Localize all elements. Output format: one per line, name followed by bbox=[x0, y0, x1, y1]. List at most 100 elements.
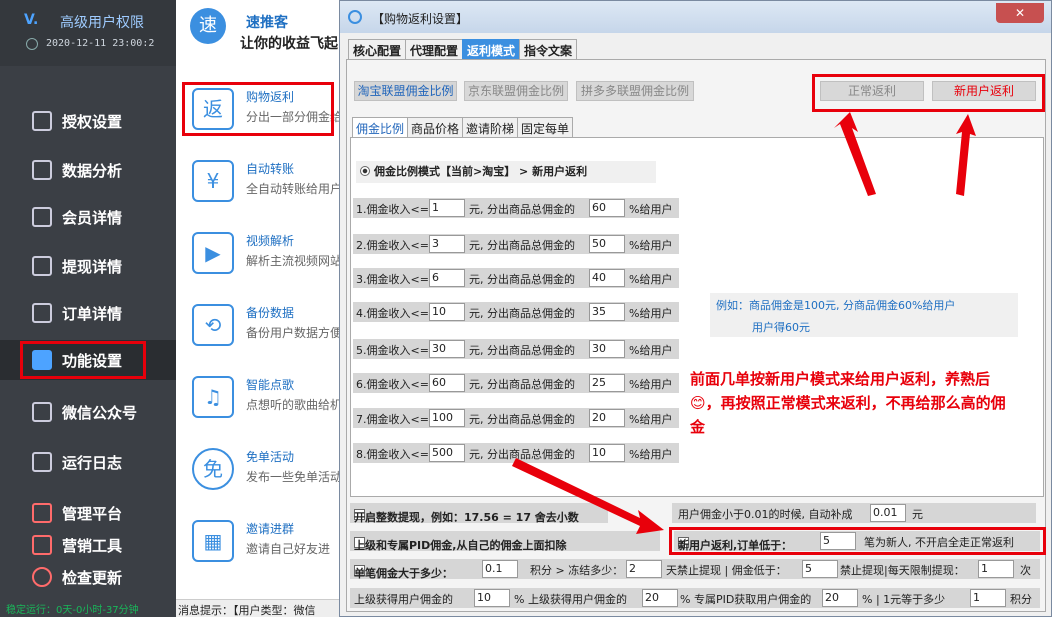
subtab-product-price[interactable]: 商品价格 bbox=[407, 117, 464, 137]
percent-input[interactable]: 40 bbox=[589, 269, 625, 287]
nav-item-admin[interactable]: 管理平台 bbox=[0, 499, 176, 527]
pid-deduct-option[interactable]: 上级和专属PID佣金,从自己的佣金上面扣除 bbox=[350, 531, 660, 552]
highlight-box-shopping-rebate bbox=[182, 82, 334, 136]
tab-rebate-mode[interactable]: 返利模式 bbox=[462, 39, 521, 59]
row-end-text: %给用户 bbox=[629, 307, 673, 320]
feature-song[interactable]: ♫ 智能点歌 点想听的歌曲给机 bbox=[176, 368, 340, 438]
nav-item-update[interactable]: 检查更新 bbox=[0, 563, 176, 591]
taobao-ratio-button[interactable]: 淘宝联盟佣金比例 bbox=[354, 81, 457, 101]
mode-indicator: 佣金比例模式【当前>淘宝】 > 新用户返利 bbox=[356, 161, 656, 183]
subtab-commission-ratio[interactable]: 佣金比例 bbox=[352, 117, 409, 137]
search-doc-icon bbox=[32, 256, 52, 276]
nav-item-analytics[interactable]: 数据分析 bbox=[0, 150, 176, 190]
yuan-icon: ¥ bbox=[192, 160, 234, 202]
feature-backup[interactable]: ⟲ 备份数据 备份用户数据方便 bbox=[176, 296, 340, 366]
percent-input[interactable]: 50 bbox=[589, 235, 625, 253]
row-end-text: %给用户 bbox=[629, 203, 673, 216]
amount-input[interactable]: 100 bbox=[429, 409, 465, 427]
row-prefix: 6.佣金收入<= bbox=[356, 378, 429, 391]
percent-input[interactable]: 10 bbox=[589, 444, 625, 462]
mode-radio[interactable] bbox=[360, 166, 370, 176]
feature-video-parse[interactable]: ▶ 视频解析 解析主流视频网站 bbox=[176, 224, 340, 294]
gongzhonghao-icon bbox=[32, 402, 52, 422]
app-logo: V. bbox=[24, 12, 39, 28]
nav-label: 会员详情 bbox=[62, 209, 123, 227]
integer-withdraw-option[interactable]: 开启整数提现，例如：17.56 = 17 舍去小数 bbox=[350, 503, 608, 524]
nav-item-wechat-official[interactable]: 微信公众号 bbox=[0, 392, 176, 432]
nav-item-marketing[interactable]: 营销工具 bbox=[0, 531, 176, 559]
amount-input[interactable]: 500 bbox=[429, 444, 465, 462]
commission-row: 1.佣金收入<= 1 元, 分出商品总佣金的 60 %给用户 bbox=[353, 198, 679, 218]
amount-input[interactable]: 6 bbox=[429, 269, 465, 287]
commission-row: 8.佣金收入<= 500 元, 分出商品总佣金的 10 %给用户 bbox=[353, 443, 679, 463]
tab-core-config[interactable]: 核心配置 bbox=[348, 39, 407, 59]
annotation-text: 前面几单按新用户模式来给用户返利，养熟后😊，再按照正常模式来返利，不再给那么高的… bbox=[690, 370, 1006, 436]
nav-label: 管理平台 bbox=[62, 505, 123, 523]
amount-input[interactable]: 30 bbox=[429, 340, 465, 358]
app-title: 高级用户权限 bbox=[60, 15, 144, 31]
video-icon: ▶ bbox=[192, 232, 234, 274]
amount-input[interactable]: 60 bbox=[429, 374, 465, 392]
row-prefix: 8.佣金收入<= bbox=[356, 448, 429, 461]
min-commission-input[interactable]: 5 bbox=[802, 560, 838, 578]
music-icon: ♫ bbox=[192, 376, 234, 418]
percent-input[interactable]: 20 bbox=[589, 409, 625, 427]
close-button[interactable]: ✕ bbox=[996, 3, 1044, 23]
nav-item-withdraw[interactable]: 提现详情 bbox=[0, 246, 176, 286]
upper-percent-input[interactable]: 10 bbox=[474, 589, 510, 607]
row-mid-text: 元, 分出商品总佣金的 bbox=[469, 344, 575, 357]
nav-item-orders[interactable]: 订单详情 bbox=[0, 293, 176, 333]
feature-free-order[interactable]: 免免单活动 发布一些免单活动 bbox=[176, 440, 340, 510]
highlight-box-mode-buttons bbox=[812, 74, 1045, 112]
nav-item-auth[interactable]: 授权设置 bbox=[0, 101, 176, 141]
percent-input[interactable]: 35 bbox=[589, 303, 625, 321]
ban-label: 天禁止提现 | 佣金低于： bbox=[666, 564, 787, 577]
percent-input[interactable]: 60 bbox=[589, 199, 625, 217]
sub-tabs: 佣金比例 商品价格 邀请阶梯 固定每单 bbox=[352, 117, 574, 137]
subtab-fixed-per-order[interactable]: 固定每单 bbox=[517, 117, 574, 137]
freeze-label: 积分 > 冻结多少： bbox=[530, 564, 624, 577]
freeze-days-input[interactable]: 2 bbox=[626, 560, 662, 578]
jd-ratio-button[interactable]: 京东联盟佣金比例 bbox=[464, 81, 568, 101]
example-box: 例如：商品佣金是100元, 分商品佣金60%给用户 用户得60元 bbox=[710, 293, 1018, 337]
tab-agent-config[interactable]: 代理配置 bbox=[405, 39, 464, 59]
main-tabs: 核心配置 代理配置 返利模式 指令文案 bbox=[348, 39, 578, 59]
tab-command-text[interactable]: 指令文案 bbox=[519, 39, 578, 59]
feature-auto-transfer[interactable]: ¥ 自动转账 全自动转账给用户 bbox=[176, 152, 340, 222]
commission-row: 6.佣金收入<= 60 元, 分出商品总佣金的 25 %给用户 bbox=[353, 373, 679, 393]
single-commission-input[interactable]: 0.1 bbox=[482, 560, 518, 578]
nav-item-logs[interactable]: 运行日志 bbox=[0, 442, 176, 482]
dialog-icon bbox=[348, 10, 362, 24]
compensate-unit: 元 bbox=[912, 508, 923, 521]
feature-invite-group[interactable]: ▦ 邀请进群 邀请自己好友进 bbox=[176, 512, 340, 582]
subtab-invite-tier[interactable]: 邀请阶梯 bbox=[462, 117, 519, 137]
brand-logo-icon: 速 bbox=[190, 8, 226, 44]
commission-row: 5.佣金收入<= 30 元, 分出商品总佣金的 30 %给用户 bbox=[353, 339, 679, 359]
amount-input[interactable]: 10 bbox=[429, 303, 465, 321]
row-mid-text: 元, 分出商品总佣金的 bbox=[469, 448, 575, 461]
points-rate-input[interactable]: 1 bbox=[970, 589, 1006, 607]
pdd-ratio-button[interactable]: 拼多多联盟佣金比例 bbox=[576, 81, 694, 101]
nav-item-members[interactable]: 会员详情 bbox=[0, 197, 176, 237]
nav-label: 营销工具 bbox=[62, 537, 123, 555]
chart-icon bbox=[32, 160, 52, 180]
feature-desc: 备份用户数据方便 bbox=[246, 326, 340, 340]
single-commission-label: 单笔佣金大于多少： bbox=[354, 567, 453, 580]
pid2-percent-input[interactable]: 20 bbox=[822, 589, 858, 607]
amount-input[interactable]: 3 bbox=[429, 235, 465, 253]
percent-input[interactable]: 30 bbox=[589, 340, 625, 358]
pid-deduct-label: 上级和专属PID佣金,从自己的佣金上面扣除 bbox=[354, 539, 567, 552]
amount-input[interactable]: 1 bbox=[429, 199, 465, 217]
upper2-percent-input[interactable]: 20 bbox=[642, 589, 678, 607]
commission-row: 4.佣金收入<= 10 元, 分出商品总佣金的 35 %给用户 bbox=[353, 302, 679, 322]
percent-input[interactable]: 25 bbox=[589, 374, 625, 392]
compensate-input[interactable]: 0.01 bbox=[870, 504, 906, 522]
pid2-label: % 专属PID获取用户佣金的 bbox=[680, 593, 812, 606]
row-prefix: 2.佣金收入<= bbox=[356, 239, 429, 252]
row-end-text: %给用户 bbox=[629, 239, 673, 252]
daily-limit-input[interactable]: 1 bbox=[978, 560, 1014, 578]
row-end-text: %给用户 bbox=[629, 413, 673, 426]
feature-title: 自动转账 bbox=[246, 162, 295, 176]
row-mid-text: 元, 分出商品总佣金的 bbox=[469, 273, 575, 286]
update-icon bbox=[32, 567, 52, 587]
